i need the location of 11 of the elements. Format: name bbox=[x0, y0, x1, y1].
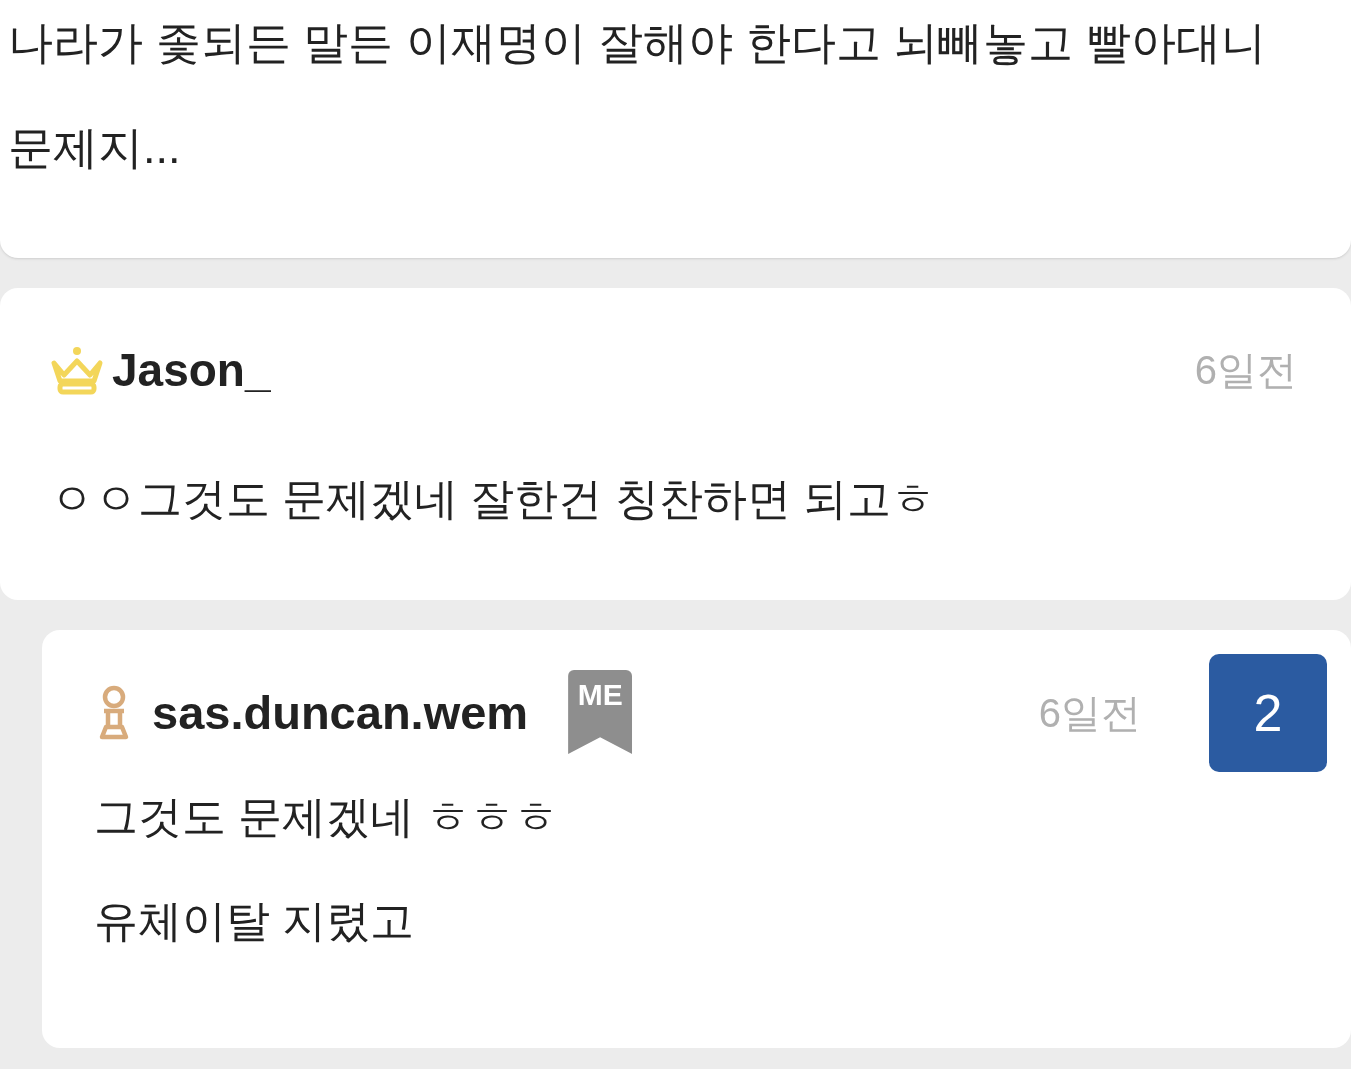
username[interactable]: Jason_ bbox=[112, 335, 271, 405]
me-badge: ME bbox=[568, 670, 633, 754]
comment-text: 유체이탈 지렸고 bbox=[94, 895, 416, 947]
comment-text: 그것도 문제겠네 ㅎㅎㅎ bbox=[94, 791, 560, 843]
timestamp: 6일전 bbox=[1194, 347, 1297, 394]
comment-text: ㅇㅇ그것도 문제겠네 잘한건 칭찬하면 되고ㅎ bbox=[50, 473, 936, 525]
post-text: 나라가 좇되든 말든 이재명이 잘해야 한다고 뇌빼놓고 빨아대니 문제지... bbox=[8, 16, 1267, 175]
crown-icon bbox=[50, 345, 104, 395]
timestamp: 6일전 bbox=[1038, 690, 1141, 737]
username[interactable]: sas.duncan.wem bbox=[152, 677, 529, 749]
count-badge[interactable]: 2 bbox=[1209, 654, 1327, 772]
